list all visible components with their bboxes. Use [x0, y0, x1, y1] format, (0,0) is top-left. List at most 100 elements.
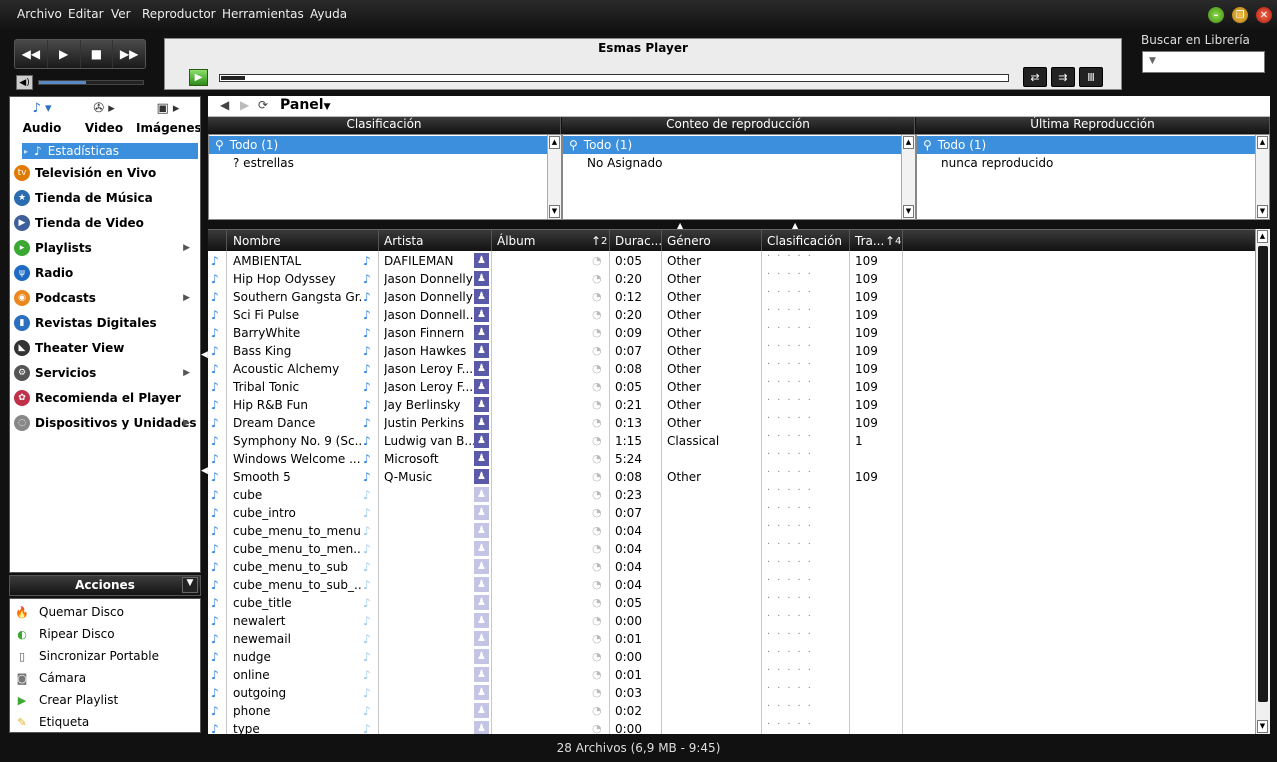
chevron-right-icon[interactable]: ▶ — [183, 293, 190, 303]
table-row[interactable]: ♪ cube_menu_to_men... ♪ ♟ ◔ 0:04 ····· — [208, 539, 1255, 558]
equalizer-icon[interactable]: Ⅲ — [1079, 67, 1103, 87]
sidebar-item[interactable]: ψ Radio — [10, 260, 200, 285]
pane-row[interactable]: No Asignado — [563, 154, 915, 172]
table-row[interactable]: ♪ Southern Gangsta Gr... ♪ Jason Donnelly ♟ ◔… — [208, 287, 1255, 306]
sidebar-item[interactable]: ★ Tienda de Música — [10, 185, 200, 210]
shuffle-icon[interactable]: ⇉ — [1051, 67, 1075, 87]
table-row[interactable]: ♪ Bass King ♪ Jason Hawkes ♟ ◔ 0:07 Other ····· 1… — [208, 341, 1255, 360]
action-item[interactable]: ✎ Etiqueta — [10, 711, 200, 733]
table-row[interactable]: ♪ cube_title ♪ ♟ ◔ 0:05 ····· — [208, 593, 1255, 612]
table-row[interactable]: ♪ Smooth 5 ♪ Q-Music ♟ ◔ 0:08 Other ····· 109 — [208, 467, 1255, 486]
scroll-thumb[interactable] — [1258, 246, 1268, 702]
scroll-down-icon[interactable]: ▼ — [903, 205, 914, 218]
col-artist[interactable]: Artista — [384, 234, 424, 248]
table-row[interactable]: ♪ cube_menu_to_sub_... ♪ ♟ ◔ 0:04 ····· — [208, 575, 1255, 594]
seek-bar[interactable] — [219, 74, 1009, 82]
play-icon[interactable]: ▶ — [48, 40, 81, 68]
pane-row[interactable]: ? estrellas — [209, 154, 561, 172]
scroll-up-icon[interactable]: ▲ — [549, 136, 560, 149]
menu-editar[interactable]: Editar — [68, 7, 104, 21]
table-row[interactable]: ♪ cube_menu_to_menu ♪ ♟ ◔ 0:04 ····· — [208, 521, 1255, 540]
table-row[interactable]: ♪ newemail ♪ ♟ ◔ 0:01 ····· — [208, 629, 1255, 648]
stop-icon[interactable]: ■ — [81, 40, 114, 68]
search-dropdown-icon[interactable]: ▼ — [1149, 56, 1156, 66]
menu-herramientas[interactable]: Herramientas — [222, 7, 304, 21]
speaker-icon[interactable]: ◀) — [16, 75, 33, 90]
restore-icon[interactable]: ❐ — [1231, 6, 1249, 24]
close-icon[interactable]: ✕ — [1255, 6, 1273, 24]
table-row[interactable]: ♪ Dream Dance ♪ Justin Perkins ♟ ◔ 0:13 Other ··… — [208, 413, 1255, 432]
pane-row[interactable]: ⚲ Todo (1) — [209, 136, 561, 154]
table-row[interactable]: ♪ Tribal Tonic ♪ Jason Leroy F... ♟ ◔ 0:05 Othe… — [208, 377, 1255, 396]
minimize-icon[interactable]: – — [1207, 6, 1225, 24]
pane-scrollbar[interactable]: ▲ ▼ — [901, 135, 915, 219]
table-row[interactable]: ♪ type ♪ ♟ ◔ 0:00 ····· — [208, 719, 1255, 734]
table-row[interactable]: ♪ online ♪ ♟ ◔ 0:01 ····· — [208, 665, 1255, 684]
menu-reproductor[interactable]: Reproductor — [142, 7, 216, 21]
scroll-down-icon[interactable]: ▼ — [1257, 720, 1268, 733]
table-row[interactable]: ♪ Hip R&B Fun ♪ Jay Berlinsky ♟ ◔ 0:21 Other ···… — [208, 395, 1255, 414]
pane-row[interactable]: ⚲ Todo (1) — [563, 136, 915, 154]
pane-scrollbar[interactable]: ▲ ▼ — [1255, 135, 1269, 219]
action-item[interactable]: ◙ Cámara — [10, 667, 200, 689]
sidebar-item[interactable]: ✿ Recomienda el Player — [10, 385, 200, 410]
chevron-right-icon[interactable]: ▶ — [183, 418, 190, 428]
action-item[interactable]: 🔥 Quemar Disco — [10, 601, 200, 623]
scroll-up-icon[interactable]: ▲ — [1257, 230, 1268, 243]
table-row[interactable]: ♪ newalert ♪ ♟ ◔ 0:00 ····· — [208, 611, 1255, 630]
fast-forward-icon[interactable]: ▶▶ — [113, 40, 145, 68]
chevron-right-icon[interactable]: ▶ — [183, 368, 190, 378]
menu-ver[interactable]: Ver — [111, 7, 131, 21]
rewind-icon[interactable]: ◀◀ — [15, 40, 48, 68]
pane-scrollbar[interactable]: ▲ ▼ — [547, 135, 561, 219]
volume-slider[interactable] — [38, 80, 144, 85]
expand-icon[interactable]: ▸ — [24, 147, 28, 156]
table-row[interactable]: ♪ Hip Hop Odyssey ♪ Jason Donnelly ♟ ◔ 0:20 Oth… — [208, 269, 1255, 288]
collapse-left-icon[interactable]: ◀ — [201, 350, 208, 360]
scroll-down-icon[interactable]: ▼ — [549, 205, 560, 218]
col-duration[interactable]: Durac... — [615, 234, 662, 248]
action-item[interactable]: ▶ Crear Playlist — [10, 689, 200, 711]
table-row[interactable]: ♪ phone ♪ ♟ ◔ 0:02 ····· — [208, 701, 1255, 720]
scroll-down-icon[interactable]: ▼ — [1257, 205, 1268, 218]
col-track[interactable]: Tra... — [855, 234, 884, 248]
table-row[interactable]: ♪ Acoustic Alchemy ♪ Jason Leroy F... ♟ ◔ 0:08… — [208, 359, 1255, 378]
category-images[interactable]: ▣ ▸ Imágenes — [136, 97, 200, 141]
table-row[interactable]: ♪ Windows Welcome ... ♪ Microsoft ♟ ◔ 5:24 ····… — [208, 449, 1255, 468]
table-row[interactable]: ♪ Symphony No. 9 (Sc... ♪ Ludwig van B... ♟ ◔… — [208, 431, 1255, 450]
col-rating[interactable]: Clasificación — [767, 234, 842, 248]
chevron-right-icon[interactable]: ▶ — [183, 243, 190, 253]
table-row[interactable]: ♪ AMBIENTAL ♪ DAFILEMAN ♟ ◔ 0:05 Other ····· 109 — [208, 251, 1255, 270]
panel-col-header[interactable]: Conteo de reproducción — [562, 117, 915, 134]
tracklist-scrollbar[interactable]: ▲ ▼ — [1255, 229, 1270, 734]
search-input[interactable]: ▼ — [1142, 51, 1265, 73]
repeat-icon[interactable]: ⇄ — [1023, 67, 1047, 87]
back-icon[interactable]: ◀ — [220, 98, 229, 112]
table-row[interactable]: ♪ cube_intro ♪ ♟ ◔ 0:07 ····· — [208, 503, 1255, 522]
chevron-down-icon[interactable]: ▼ — [182, 577, 198, 593]
action-item[interactable]: ◐ Ripear Disco — [10, 623, 200, 645]
col-album[interactable]: Álbum — [497, 234, 535, 248]
table-row[interactable]: ♪ nudge ♪ ♟ ◔ 0:00 ····· — [208, 647, 1255, 666]
sidebar-item[interactable]: ▮ Revistas Digitales — [10, 310, 200, 335]
table-row[interactable]: ♪ outgoing ♪ ♟ ◔ 0:03 ····· — [208, 683, 1255, 702]
sidebar-item[interactable]: tv Televisión en Vivo — [10, 160, 200, 185]
actions-header[interactable]: Acciones ▼ — [9, 575, 201, 596]
play-small-icon[interactable]: ▶ — [189, 69, 208, 86]
scroll-up-icon[interactable]: ▲ — [1257, 136, 1268, 149]
forward-icon[interactable]: ▶ — [240, 98, 249, 112]
menu-ayuda[interactable]: Ayuda — [310, 7, 347, 21]
category-video[interactable]: ✇ ▸ Video — [72, 97, 136, 141]
sidebar-item[interactable]: ◌ Dispositivos y Unidades ▶ — [10, 410, 200, 435]
menu-archivo[interactable]: Archivo — [17, 7, 62, 21]
table-row[interactable]: ♪ BarryWhite ♪ Jason Finnern ♟ ◔ 0:09 Other ····… — [208, 323, 1255, 342]
panel-col-header[interactable]: Última Reproducción — [916, 117, 1270, 134]
panel-col-header[interactable]: Clasificación — [208, 117, 561, 134]
sidebar-item[interactable]: ◉ Podcasts ▶ — [10, 285, 200, 310]
scroll-up-icon[interactable]: ▲ — [903, 136, 914, 149]
col-name[interactable]: Nombre — [233, 234, 281, 248]
sidebar-item[interactable]: ▶ Tienda de Video — [10, 210, 200, 235]
action-item[interactable]: ▯ Sincronizar Portable — [10, 645, 200, 667]
collapse-left-icon[interactable]: ◀ — [201, 466, 208, 476]
category-audio[interactable]: ♪ ▾ Audio — [10, 97, 74, 141]
